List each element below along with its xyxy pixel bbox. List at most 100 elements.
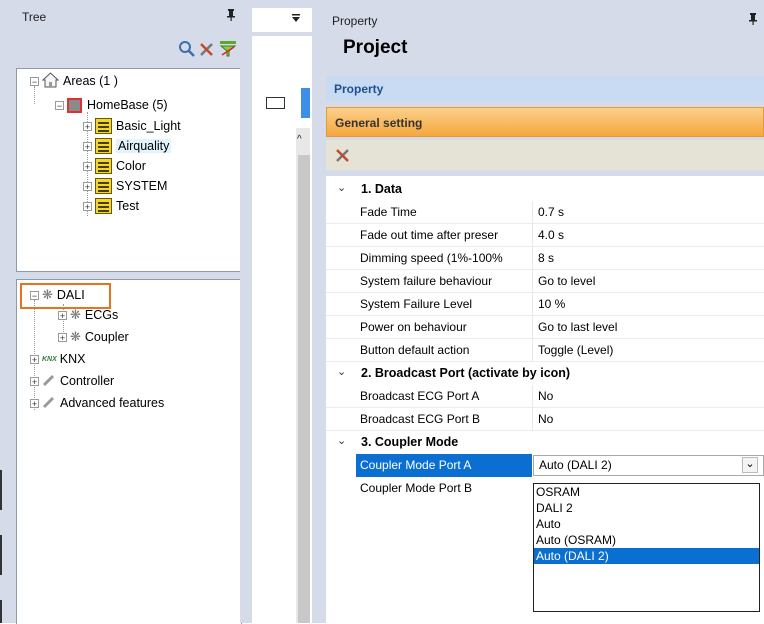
property-key: System Failure Level [360,297,473,311]
property-value[interactable]: Toggle (Level) [538,343,613,357]
tree-node-coupler[interactable]: + ❋ Coupler [58,328,129,346]
property-row[interactable]: Dimming speed (1%-100% 8 s [326,247,764,270]
property-value[interactable]: 10 % [538,297,565,311]
property-row[interactable]: Coupler Mode Port A Auto (DALI 2) ⌄ [326,454,764,477]
tree-node-group[interactable]: + Color [83,157,146,175]
property-key: Coupler Mode Port B [360,481,473,495]
tree-node-group[interactable]: + Basic_Light [83,117,181,135]
property-row[interactable]: System failure behaviour Go to level [326,270,764,293]
tree-node-knx[interactable]: + KNX KNX [30,350,85,368]
group-tab-label: General setting [335,116,423,130]
dropdown-option-selected[interactable]: Auto (DALI 2) [534,548,759,564]
expand-icon[interactable]: + [83,121,92,131]
tree-node-advanced[interactable]: + Advanced features [30,394,164,412]
tree-node-label: Coupler [84,330,129,344]
collapse-icon[interactable]: − [30,76,39,86]
tree-node-group[interactable]: + Test [83,197,139,215]
controller-icon [42,373,56,390]
pin-icon[interactable] [226,8,236,24]
expand-icon[interactable]: + [58,310,67,320]
expand-icon[interactable]: + [30,398,39,408]
chevron-down-icon[interactable]: ⌄ [337,434,346,447]
tree-node-areas[interactable]: − Areas (1 ) [30,71,118,91]
chevron-down-icon[interactable]: ⌄ [742,457,758,473]
expand-icon[interactable]: + [58,332,67,342]
checkbox-icon[interactable] [266,97,285,109]
category-broadcast[interactable]: ⌄ 2. Broadcast Port (activate by icon) [326,362,764,385]
property-row[interactable]: Fade out time after preser 4.0 s [326,224,764,247]
tree-node-label: Areas (1 ) [63,74,118,88]
property-value[interactable]: No [538,389,553,403]
scroll-up-icon[interactable]: ^ [297,134,302,145]
tree-node-ecgs[interactable]: + ❋ ECGs [58,306,118,324]
property-row[interactable]: Power on behaviour Go to last level [326,316,764,339]
dropdown-arrow-icon[interactable] [290,12,302,27]
advanced-icon [42,395,56,412]
property-toolbar [326,140,764,170]
group-icon [95,178,112,194]
tree-node-label: Basic_Light [116,119,181,133]
selection-marker [301,88,310,118]
group-icon [95,158,112,174]
property-row[interactable]: Broadcast ECG Port B No [326,408,764,431]
collapse-icon[interactable]: − [30,290,39,300]
category-title: 2. Broadcast Port (activate by icon) [361,366,571,380]
group-icon [95,138,112,154]
scrollbar-thumb[interactable] [298,155,310,623]
property-value[interactable]: Go to last level [538,320,617,334]
tree-node-controller[interactable]: + Controller [30,372,114,390]
property-value[interactable]: 4.0 s [538,228,564,242]
expand-icon[interactable]: + [83,201,92,211]
category-data[interactable]: ⌄ 1. Data [326,178,764,201]
tree-node-group[interactable]: + Airquality [83,137,172,155]
property-row[interactable]: Broadcast ECG Port A No [326,385,764,408]
property-row[interactable]: Fade Time 0.7 s [326,201,764,224]
property-key: System failure behaviour [360,274,493,288]
house-icon [41,71,60,91]
collapse-icon[interactable]: − [55,100,64,110]
category-coupler-mode[interactable]: ⌄ 3. Coupler Mode [326,431,764,454]
property-row[interactable]: Button default action Toggle (Level) [326,339,764,362]
property-row[interactable]: System Failure Level 10 % [326,293,764,316]
group-tab[interactable]: General setting [326,107,764,137]
tree-node-group[interactable]: + SYSTEM [83,177,167,195]
edge-mark [0,600,2,623]
tree-node-label: HomeBase (5) [87,98,168,112]
dropdown-option[interactable]: OSRAM [534,484,759,500]
expand-icon[interactable]: + [83,141,92,151]
dropdown-option[interactable]: DALI 2 [534,500,759,516]
dropdown-option[interactable]: Auto [534,516,759,532]
tools-icon[interactable] [334,146,352,167]
filter-icon[interactable] [219,40,237,61]
expand-icon[interactable]: + [83,161,92,171]
expand-icon[interactable]: + [30,354,39,364]
chevron-down-icon[interactable]: ⌄ [337,365,346,378]
tree-node-dali[interactable]: − ❋ DALI [30,286,85,304]
tree-node-homebase[interactable]: − HomeBase (5) [55,96,168,114]
search-icon[interactable] [178,40,196,61]
tree-node-label: DALI [56,288,85,302]
edge-mark [0,470,2,510]
chevron-down-icon[interactable]: ⌄ [337,181,346,194]
dropdown-option[interactable]: Auto (OSRAM) [534,532,759,548]
property-section-header: Property [326,76,764,101]
tree-node-label: KNX [59,352,86,366]
tree-node-label: Advanced features [60,396,165,410]
property-value[interactable]: Go to level [538,274,595,288]
room-icon [67,97,82,113]
property-key: Coupler Mode Port A [360,458,472,472]
property-value[interactable]: No [538,412,553,426]
category-title: 3. Coupler Mode [361,435,459,449]
expand-icon[interactable]: + [83,181,92,191]
expand-icon[interactable]: + [30,376,39,386]
group-icon [95,198,112,214]
tree-node-label: Color [116,159,146,173]
property-value[interactable]: 8 s [538,251,554,265]
dropdown-list[interactable]: OSRAM DALI 2 Auto Auto (OSRAM) Auto (DAL… [533,483,760,612]
category-title: 1. Data [361,182,402,196]
pin-icon[interactable] [748,12,758,28]
dali-icon: ❋ [70,329,81,344]
tools-icon[interactable] [198,40,216,61]
property-value[interactable]: 0.7 s [538,205,564,219]
dali-icon: ❋ [42,287,53,302]
